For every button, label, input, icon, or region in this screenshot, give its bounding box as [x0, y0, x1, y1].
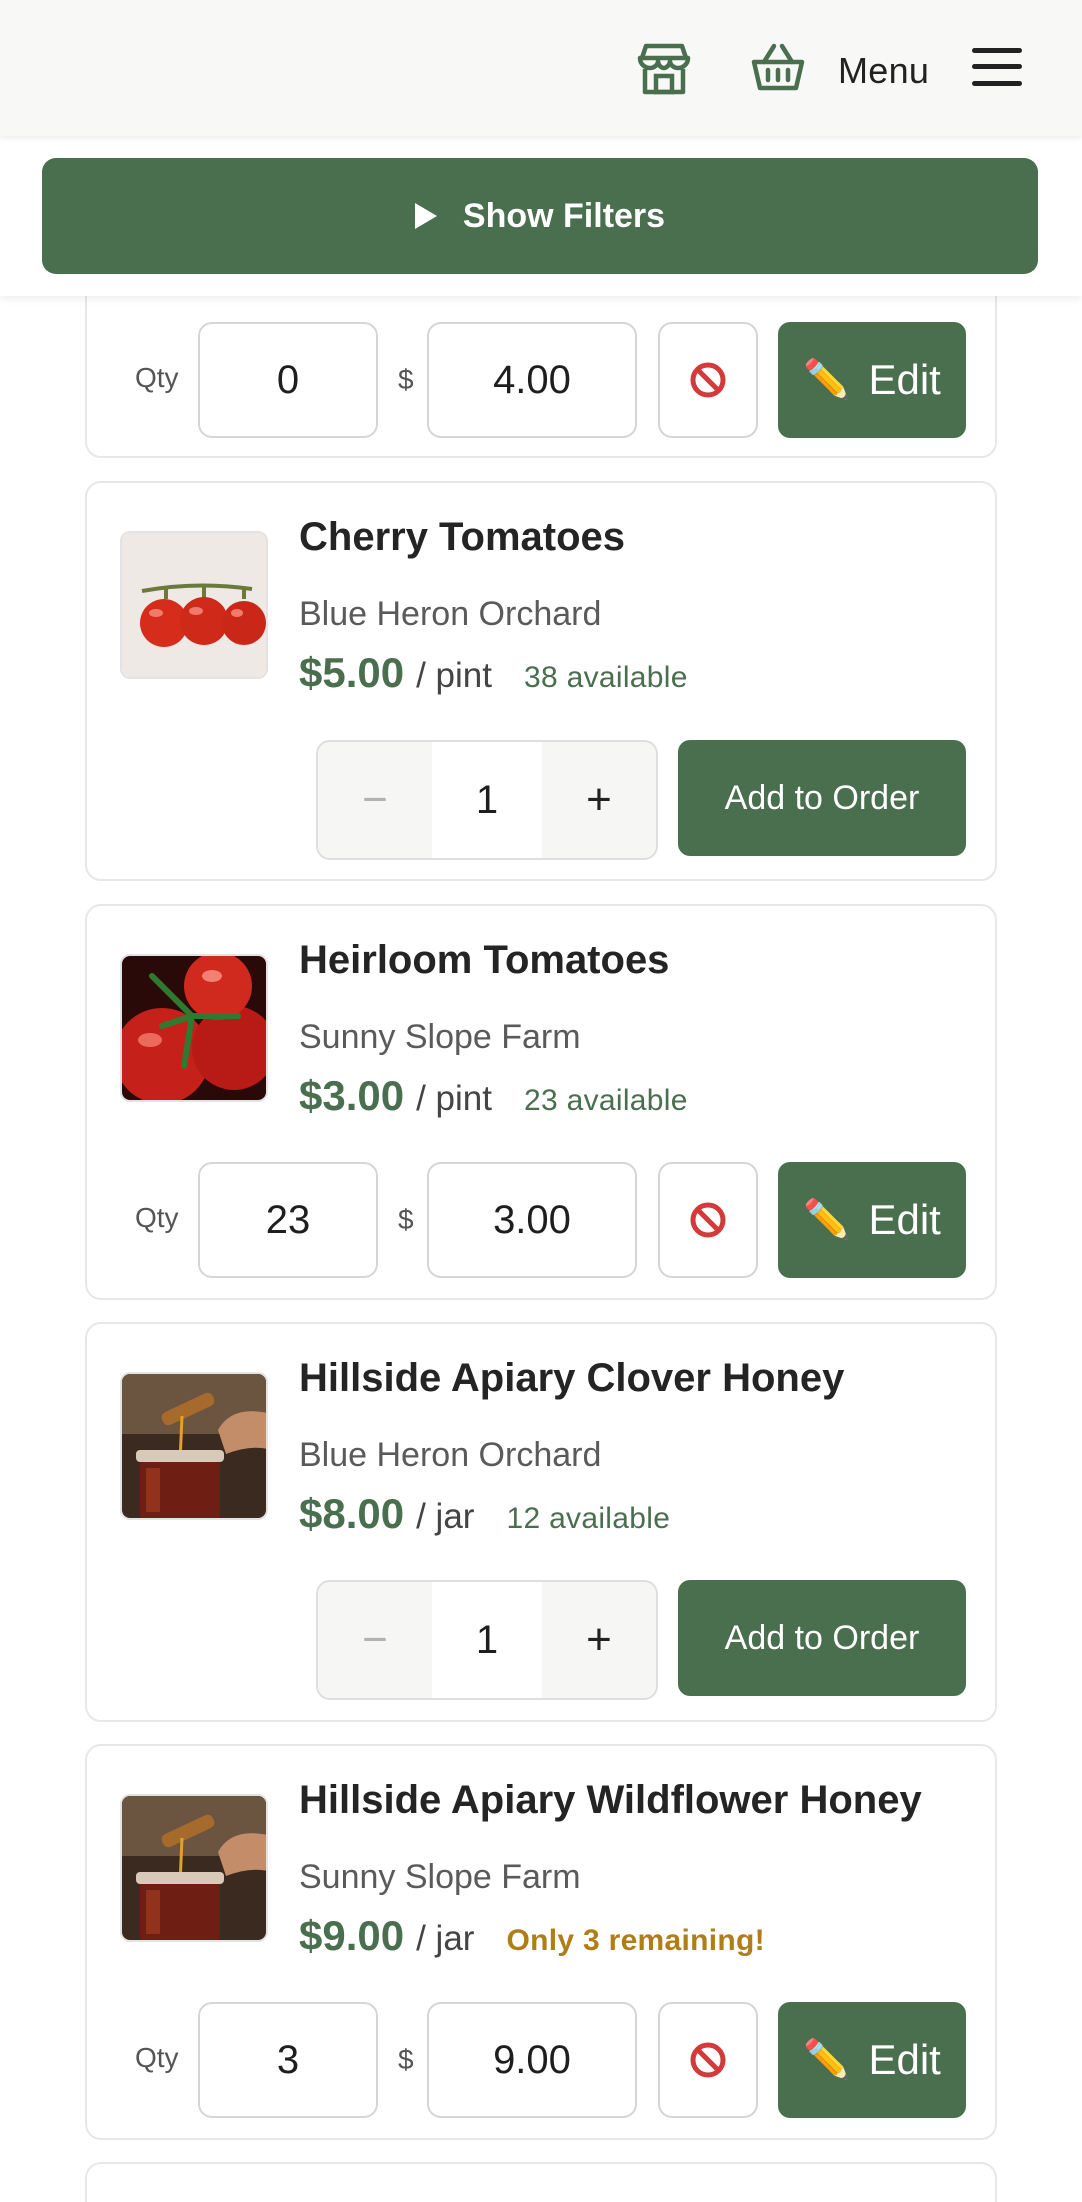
product-price: $5.00	[299, 649, 405, 696]
add-to-order-row: − 1 + Add to Order	[87, 1580, 999, 1700]
edit-label: Edit	[868, 2036, 941, 2083]
increment-button[interactable]: +	[542, 1582, 656, 1698]
add-to-order-button[interactable]: Add to Order	[678, 740, 966, 856]
play-triangle-icon	[414, 203, 437, 229]
price-input[interactable]: 3.00	[427, 1162, 637, 1278]
top-navigation-bar: Menu	[0, 0, 1082, 136]
product-name[interactable]: Hillside Apiary Wildflower Honey	[299, 1778, 922, 1823]
farm-name: Blue Heron Orchard	[299, 595, 602, 633]
product-card	[85, 2162, 997, 2202]
dollar-label: $	[398, 2044, 414, 2075]
price-line: $9.00 / jar Only 3 remaining!	[299, 1912, 765, 1960]
product-unit: / jar	[416, 1919, 475, 1958]
farm-name: Sunny Slope Farm	[299, 1858, 581, 1896]
decrement-button[interactable]: −	[318, 1582, 432, 1698]
increment-button[interactable]: +	[542, 742, 656, 858]
availability-text: 23 available	[524, 1084, 688, 1117]
product-price: $8.00	[299, 1490, 405, 1537]
product-unit: / pint	[416, 1079, 492, 1118]
qty-input[interactable]: 3	[198, 2002, 378, 2118]
stepper-value[interactable]: 1	[432, 742, 542, 858]
menu-label[interactable]: Menu	[838, 50, 929, 92]
product-unit: / jar	[416, 1497, 475, 1536]
qty-input[interactable]: 23	[198, 1162, 378, 1278]
pencil-icon: ✏️	[803, 359, 851, 401]
edit-label: Edit	[868, 1196, 941, 1243]
price-input[interactable]: 4.00	[427, 322, 637, 438]
remove-button[interactable]	[658, 322, 758, 438]
dollar-label: $	[398, 1204, 414, 1235]
product-name[interactable]: Cherry Tomatoes	[299, 515, 625, 560]
product-card: Hillside Apiary Clover Honey Blue Heron …	[85, 1322, 997, 1722]
decrement-button[interactable]: −	[318, 742, 432, 858]
product-image-cherry-tomatoes[interactable]	[120, 531, 268, 679]
product-card: Hillside Apiary Wildflower Honey Sunny S…	[85, 1744, 997, 2140]
pencil-icon: ✏️	[803, 2039, 851, 2081]
low-stock-warning: Only 3 remaining!	[506, 1924, 765, 1957]
order-edit-row: Qty 23 $ 3.00 ✏️ Edit	[87, 1162, 999, 1278]
add-to-order-row: − 1 + Add to Order	[87, 740, 999, 860]
storefront-icon[interactable]	[634, 38, 694, 98]
product-card: Heirloom Tomatoes Sunny Slope Farm $3.00…	[85, 904, 997, 1300]
add-to-order-button[interactable]: Add to Order	[678, 1580, 966, 1696]
prohibited-icon	[690, 1202, 726, 1238]
qty-input[interactable]: 0	[198, 322, 378, 438]
product-name[interactable]: Heirloom Tomatoes	[299, 938, 669, 983]
pencil-icon: ✏️	[803, 1199, 851, 1241]
edit-button[interactable]: ✏️ Edit	[778, 1162, 966, 1278]
product-price: $3.00	[299, 1072, 405, 1119]
qty-label: Qty	[135, 1202, 179, 1233]
prohibited-icon	[690, 2042, 726, 2078]
edit-label: Edit	[868, 356, 941, 403]
product-image-heirloom-tomatoes[interactable]	[120, 954, 268, 1102]
remove-button[interactable]	[658, 2002, 758, 2118]
edit-button[interactable]: ✏️ Edit	[778, 2002, 966, 2118]
product-unit: / pint	[416, 656, 492, 695]
farm-name: Blue Heron Orchard	[299, 1436, 602, 1474]
show-filters-button[interactable]: Show Filters	[42, 158, 1038, 274]
product-name[interactable]: Hillside Apiary Clover Honey	[299, 1356, 844, 1401]
price-line: $8.00 / jar 12 available	[299, 1490, 670, 1538]
hamburger-icon[interactable]	[972, 44, 1022, 90]
farm-name: Sunny Slope Farm	[299, 1018, 581, 1056]
qty-label: Qty	[135, 2042, 179, 2073]
price-line: $5.00 / pint 38 available	[299, 649, 688, 697]
dollar-label: $	[398, 364, 414, 395]
order-edit-row: Qty 3 $ 9.00 ✏️ Edit	[87, 2002, 999, 2118]
qty-label: Qty	[135, 362, 179, 393]
availability-text: 38 available	[524, 661, 688, 694]
prohibited-icon	[690, 362, 726, 398]
stepper-value[interactable]: 1	[432, 1582, 542, 1698]
product-price: $9.00	[299, 1912, 405, 1959]
availability-text: 12 available	[506, 1502, 671, 1535]
price-input[interactable]: 9.00	[427, 2002, 637, 2118]
product-image-clover-honey[interactable]	[120, 1372, 268, 1520]
product-image-wildflower-honey[interactable]	[120, 1794, 268, 1942]
order-edit-row: Qty 0 $ 4.00 ✏️ Edit	[87, 322, 999, 438]
product-card: Cherry Tomatoes Blue Heron Orchard $5.00…	[85, 481, 997, 881]
edit-button[interactable]: ✏️ Edit	[778, 322, 966, 438]
basket-icon[interactable]	[750, 40, 806, 96]
price-line: $3.00 / pint 23 available	[299, 1072, 688, 1120]
quantity-stepper: − 1 +	[316, 740, 658, 860]
filter-bar: Show Filters	[0, 136, 1082, 296]
quantity-stepper: − 1 +	[316, 1580, 658, 1700]
show-filters-label: Show Filters	[462, 196, 666, 235]
remove-button[interactable]	[658, 1162, 758, 1278]
